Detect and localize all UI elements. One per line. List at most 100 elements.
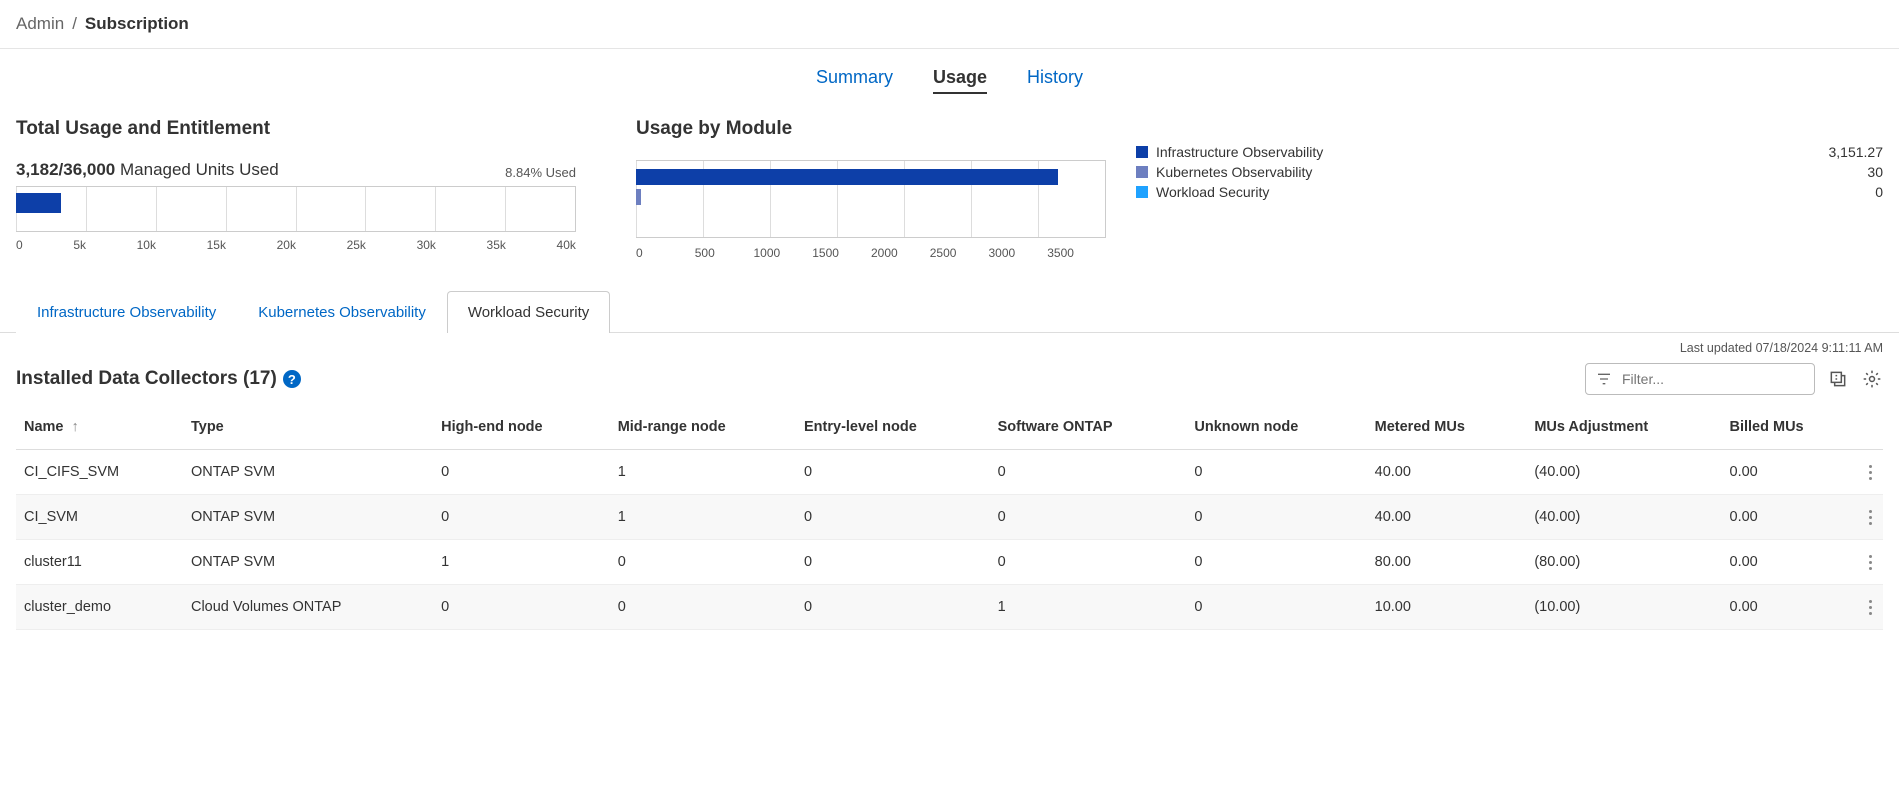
cell-entry: 0 — [796, 540, 990, 585]
tick: 1000 — [754, 246, 813, 260]
tick: 1500 — [812, 246, 871, 260]
table-row: cluster11ONTAP SVM1000080.00(80.00)0.00 — [16, 540, 1883, 585]
cell-name: CI_CIFS_SVM — [16, 450, 183, 495]
kebab-icon — [1865, 465, 1875, 480]
cell-bill: 0.00 — [1722, 450, 1858, 495]
tick: 2500 — [930, 246, 989, 260]
entitlement-ticks: 0 5k 10k 15k 20k 25k 30k 35k 40k — [16, 238, 576, 252]
legend-value: 3,151.27 — [1829, 144, 1884, 160]
module-sub-tabs: Infrastructure Observability Kubernetes … — [0, 290, 1899, 333]
collectors-heading-text: Installed Data Collectors (17) — [16, 368, 277, 390]
table-row: CI_SVMONTAP SVM0100040.00(40.00)0.00 — [16, 495, 1883, 540]
swatch-icon — [1136, 186, 1148, 198]
cell-mid: 0 — [610, 585, 796, 630]
collectors-table: Name ↑ Type High-end node Mid-range node… — [16, 409, 1883, 630]
sort-asc-icon: ↑ — [72, 419, 79, 435]
col-name[interactable]: Name ↑ — [16, 409, 183, 450]
filter-box[interactable] — [1585, 363, 1815, 395]
cell-unk: 0 — [1186, 585, 1366, 630]
tick: 10k — [137, 238, 156, 252]
gear-icon[interactable] — [1861, 368, 1883, 390]
module-ticks: 0 500 1000 1500 2000 2500 3000 3500 — [636, 246, 1106, 260]
tick: 2000 — [871, 246, 930, 260]
total-usage-title: Total Usage and Entitlement — [16, 118, 576, 140]
swatch-icon — [1136, 166, 1148, 178]
breadcrumb-separator: / — [72, 14, 77, 34]
legend-item: Kubernetes Observability 30 — [1136, 162, 1883, 182]
legend-item: Workload Security 0 — [1136, 182, 1883, 202]
cell-met: 80.00 — [1367, 540, 1527, 585]
cell-type: Cloud Volumes ONTAP — [183, 585, 433, 630]
col-soft[interactable]: Software ONTAP — [990, 409, 1187, 450]
col-entry[interactable]: Entry-level node — [796, 409, 990, 450]
collectors-heading: Installed Data Collectors (17) ? — [16, 368, 301, 390]
col-adjustment[interactable]: MUs Adjustment — [1526, 409, 1721, 450]
module-chart — [636, 160, 1106, 238]
cell-soft: 0 — [990, 450, 1187, 495]
tick: 0 — [16, 238, 23, 252]
col-unk[interactable]: Unknown node — [1186, 409, 1366, 450]
cell-name: cluster_demo — [16, 585, 183, 630]
col-mid[interactable]: Mid-range node — [610, 409, 796, 450]
tick: 25k — [347, 238, 366, 252]
usage-label: Managed Units Used — [120, 160, 279, 179]
module-bar-infra — [636, 169, 1058, 185]
row-menu-button[interactable] — [1857, 450, 1883, 495]
tick: 35k — [487, 238, 506, 252]
help-icon[interactable]: ? — [283, 370, 301, 388]
swatch-icon — [1136, 146, 1148, 158]
filter-input[interactable] — [1620, 370, 1805, 388]
usage-percent: 8.84% Used — [505, 165, 576, 180]
cell-entry: 0 — [796, 495, 990, 540]
tab-history[interactable]: History — [1027, 67, 1083, 94]
tick: 20k — [277, 238, 296, 252]
row-menu-button[interactable] — [1857, 585, 1883, 630]
table-row: CI_CIFS_SVMONTAP SVM0100040.00(40.00)0.0… — [16, 450, 1883, 495]
cell-high: 0 — [433, 585, 610, 630]
cell-high: 1 — [433, 540, 610, 585]
row-menu-button[interactable] — [1857, 540, 1883, 585]
cell-unk: 0 — [1186, 540, 1366, 585]
subtab-kubernetes[interactable]: Kubernetes Observability — [237, 291, 447, 333]
tick: 3500 — [1047, 246, 1106, 260]
usage-value: 3,182/36,000 Managed Units Used — [16, 160, 279, 180]
breadcrumb: Admin / Subscription — [0, 0, 1899, 49]
cell-high: 0 — [433, 495, 610, 540]
cell-met: 40.00 — [1367, 450, 1527, 495]
cell-bill: 0.00 — [1722, 585, 1858, 630]
cell-type: ONTAP SVM — [183, 450, 433, 495]
col-type[interactable]: Type — [183, 409, 433, 450]
tab-summary[interactable]: Summary — [816, 67, 893, 94]
cell-adj: (10.00) — [1526, 585, 1721, 630]
col-metered[interactable]: Metered MUs — [1367, 409, 1527, 450]
cell-type: ONTAP SVM — [183, 540, 433, 585]
usage-numbers: 3,182/36,000 — [16, 160, 115, 179]
tab-usage[interactable]: Usage — [933, 67, 987, 94]
kebab-icon — [1865, 555, 1875, 570]
cell-unk: 0 — [1186, 450, 1366, 495]
col-high[interactable]: High-end node — [433, 409, 610, 450]
breadcrumb-root[interactable]: Admin — [16, 14, 64, 34]
subtab-workload-security[interactable]: Workload Security — [447, 291, 610, 333]
cell-mid: 1 — [610, 450, 796, 495]
entitlement-bar — [16, 193, 61, 213]
cell-bill: 0.00 — [1722, 540, 1858, 585]
tick: 5k — [73, 238, 86, 252]
export-icon[interactable] — [1827, 368, 1849, 390]
cell-soft: 0 — [990, 540, 1187, 585]
table-row: cluster_demoCloud Volumes ONTAP0001010.0… — [16, 585, 1883, 630]
tick: 3000 — [989, 246, 1048, 260]
table-header-row: Name ↑ Type High-end node Mid-range node… — [16, 409, 1883, 450]
cell-adj: (40.00) — [1526, 450, 1721, 495]
cell-met: 10.00 — [1367, 585, 1527, 630]
subtab-infrastructure[interactable]: Infrastructure Observability — [16, 291, 237, 333]
cell-name: cluster11 — [16, 540, 183, 585]
module-usage-title: Usage by Module — [636, 118, 1106, 140]
col-billed[interactable]: Billed MUs — [1722, 409, 1858, 450]
tick: 0 — [636, 246, 695, 260]
legend-label: Infrastructure Observability — [1156, 144, 1323, 160]
legend-item: Infrastructure Observability 3,151.27 — [1136, 142, 1883, 162]
tick: 30k — [417, 238, 436, 252]
row-menu-button[interactable] — [1857, 495, 1883, 540]
cell-name: CI_SVM — [16, 495, 183, 540]
